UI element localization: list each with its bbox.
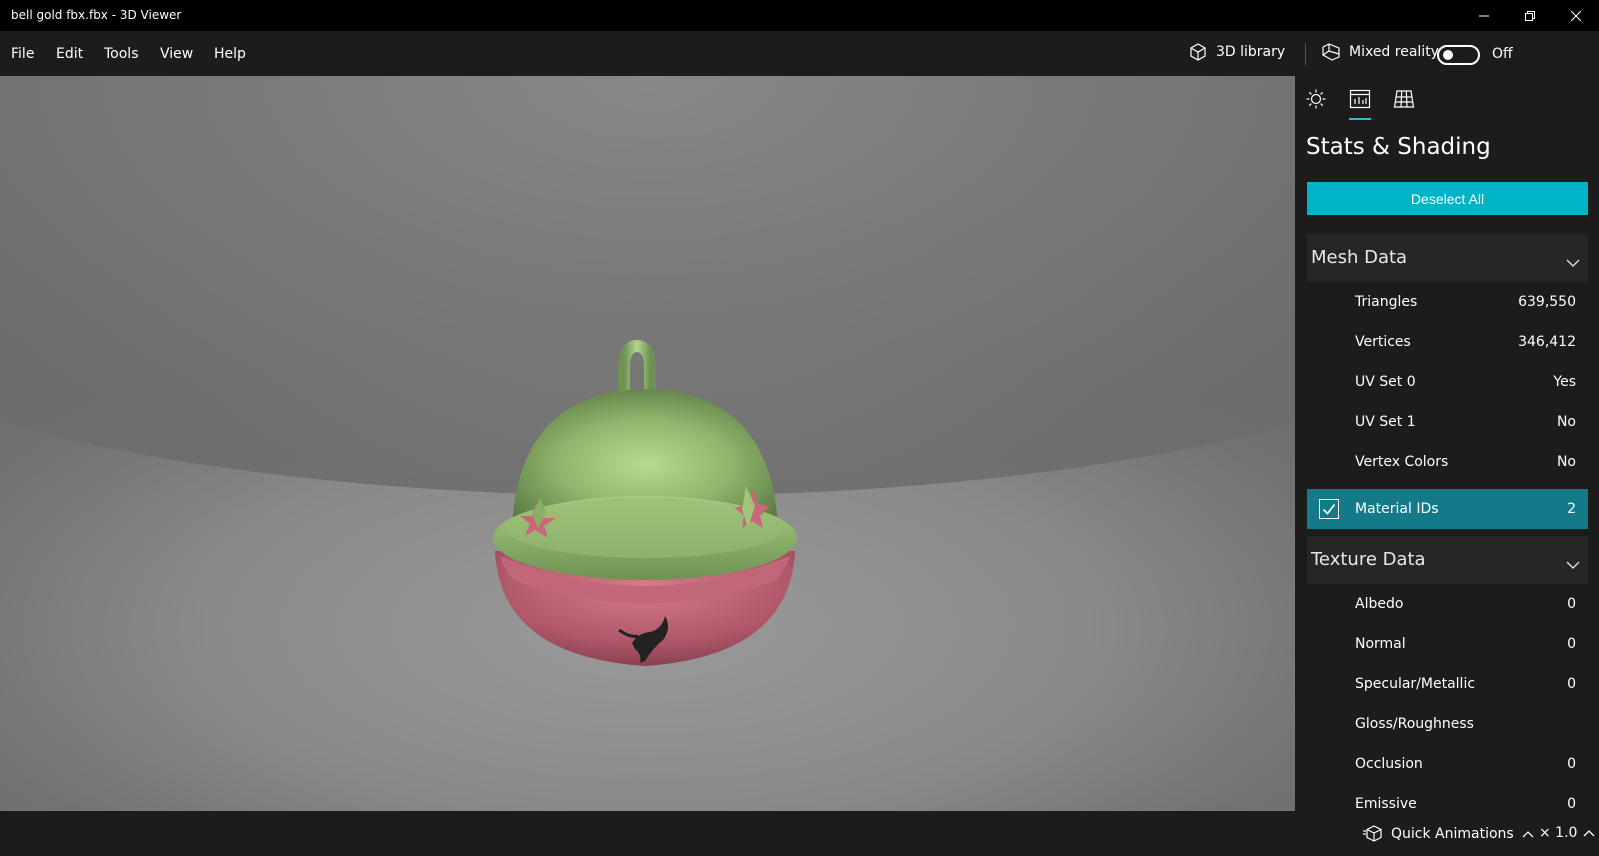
mesh-data-title: Mesh Data: [1311, 247, 1408, 268]
3d-library-button[interactable]: 3D library: [1188, 42, 1285, 62]
row-value: No: [1556, 454, 1576, 470]
chevron-down-icon: [1566, 554, 1580, 573]
mixed-reality-state: Off: [1492, 46, 1513, 62]
3d-viewport[interactable]: [0, 76, 1295, 811]
row-value: 0: [1567, 676, 1576, 692]
texture-data-header[interactable]: Texture Data: [1307, 536, 1588, 584]
title-bar: bell gold fbx.fbx - 3D Viewer: [0, 0, 1599, 31]
bell-model[interactable]: [480, 266, 810, 686]
mesh-row-vertices: Vertices 346,412: [1307, 322, 1588, 362]
quick-animations-label: Quick Animations: [1391, 826, 1514, 842]
mixed-reality-button[interactable]: Mixed reality: [1321, 42, 1439, 62]
menu-tools[interactable]: Tools: [104, 46, 139, 62]
texture-row-gloss-roughness: Gloss/Roughness: [1307, 704, 1588, 744]
tab-grid[interactable]: [1393, 88, 1415, 110]
panel-title: Stats & Shading: [1306, 134, 1491, 160]
texture-row-occlusion: Occlusion 0: [1307, 744, 1588, 784]
row-label: Emissive: [1355, 796, 1417, 811]
row-label: Material IDs: [1355, 501, 1439, 517]
row-value: 346,412: [1518, 334, 1576, 350]
mesh-row-vertex-colors: Vertex Colors No: [1307, 442, 1588, 482]
mesh-row-uv-set-0: UV Set 0 Yes: [1307, 362, 1588, 402]
row-value: Yes: [1553, 374, 1576, 390]
row-label: UV Set 1: [1355, 414, 1416, 430]
texture-data-title: Texture Data: [1311, 549, 1426, 570]
tab-lighting[interactable]: [1305, 88, 1327, 110]
toggle-knob: [1443, 50, 1453, 60]
texture-row-albedo: Albedo 0: [1307, 584, 1588, 624]
menu-bar: File Edit Tools View Help 3D library Mix…: [0, 31, 1599, 76]
row-value: No: [1556, 414, 1576, 430]
texture-row-specular-metallic: Specular/Metallic 0: [1307, 664, 1588, 704]
minimize-icon: [1479, 15, 1489, 16]
menu-view[interactable]: View: [160, 46, 193, 62]
sun-icon: [1306, 89, 1326, 109]
material-ids-checkbox[interactable]: [1319, 499, 1339, 519]
menu-file[interactable]: File: [11, 46, 34, 62]
row-label: Occlusion: [1355, 756, 1423, 772]
row-label: Albedo: [1355, 596, 1404, 612]
row-label: Gloss/Roughness: [1355, 716, 1474, 732]
mesh-row-triangles: Triangles 639,550: [1307, 282, 1588, 322]
window-title: bell gold fbx.fbx - 3D Viewer: [11, 8, 182, 22]
chevron-down-icon: [1566, 252, 1580, 271]
quick-animations-button[interactable]: Quick Animations: [1363, 825, 1534, 843]
chevron-up-icon: [1583, 830, 1595, 837]
row-value: 0: [1567, 636, 1576, 652]
restore-icon: [1525, 10, 1535, 21]
close-icon: [1570, 10, 1582, 21]
row-label: Vertices: [1355, 334, 1411, 350]
row-value: 0: [1567, 796, 1576, 811]
playback-speed-button[interactable]: × 1.0: [1539, 825, 1595, 841]
active-tab-indicator: [1349, 118, 1371, 120]
deselect-all-button[interactable]: Deselect All: [1307, 182, 1588, 215]
row-label: Normal: [1355, 636, 1406, 652]
mesh-row-uv-set-1: UV Set 1 No: [1307, 402, 1588, 442]
stats-shading-panel: Stats & Shading Deselect All Mesh Data T…: [1295, 76, 1599, 811]
stats-chart-icon: [1349, 89, 1371, 109]
row-value: 0: [1567, 756, 1576, 772]
minimize-button[interactable]: [1461, 0, 1507, 31]
mesh-row-material-ids[interactable]: Material IDs 2: [1307, 489, 1588, 529]
row-label: UV Set 0: [1355, 374, 1416, 390]
restore-button[interactable]: [1507, 0, 1553, 31]
row-label: Vertex Colors: [1355, 454, 1449, 470]
mixed-reality-icon: [1322, 43, 1340, 61]
mixed-reality-toggle[interactable]: [1437, 45, 1480, 65]
mesh-data-header[interactable]: Mesh Data: [1307, 234, 1588, 282]
menu-help[interactable]: Help: [214, 46, 246, 62]
grid-icon: [1393, 90, 1415, 108]
3d-library-label: 3D library: [1216, 44, 1286, 60]
status-bar: Quick Animations × 1.0: [0, 811, 1599, 856]
row-label: Specular/Metallic: [1355, 676, 1476, 692]
cube-icon: [1190, 43, 1206, 61]
menu-edit[interactable]: Edit: [56, 46, 83, 62]
menu-separator: [1305, 43, 1306, 65]
texture-row-normal: Normal 0: [1307, 624, 1588, 664]
checkmark-icon: [1322, 504, 1336, 515]
tab-stats[interactable]: [1349, 88, 1371, 110]
animation-cube-icon: [1363, 825, 1382, 842]
texture-row-emissive: Emissive 0: [1307, 784, 1588, 811]
row-value: 0: [1567, 596, 1576, 612]
playback-speed-label: × 1.0: [1539, 825, 1578, 841]
mixed-reality-label: Mixed reality: [1349, 44, 1439, 60]
close-button[interactable]: [1553, 0, 1599, 31]
chevron-up-icon: [1522, 831, 1534, 838]
row-value: 639,550: [1518, 294, 1576, 310]
row-label: Triangles: [1355, 294, 1418, 310]
row-value: 2: [1567, 501, 1576, 517]
